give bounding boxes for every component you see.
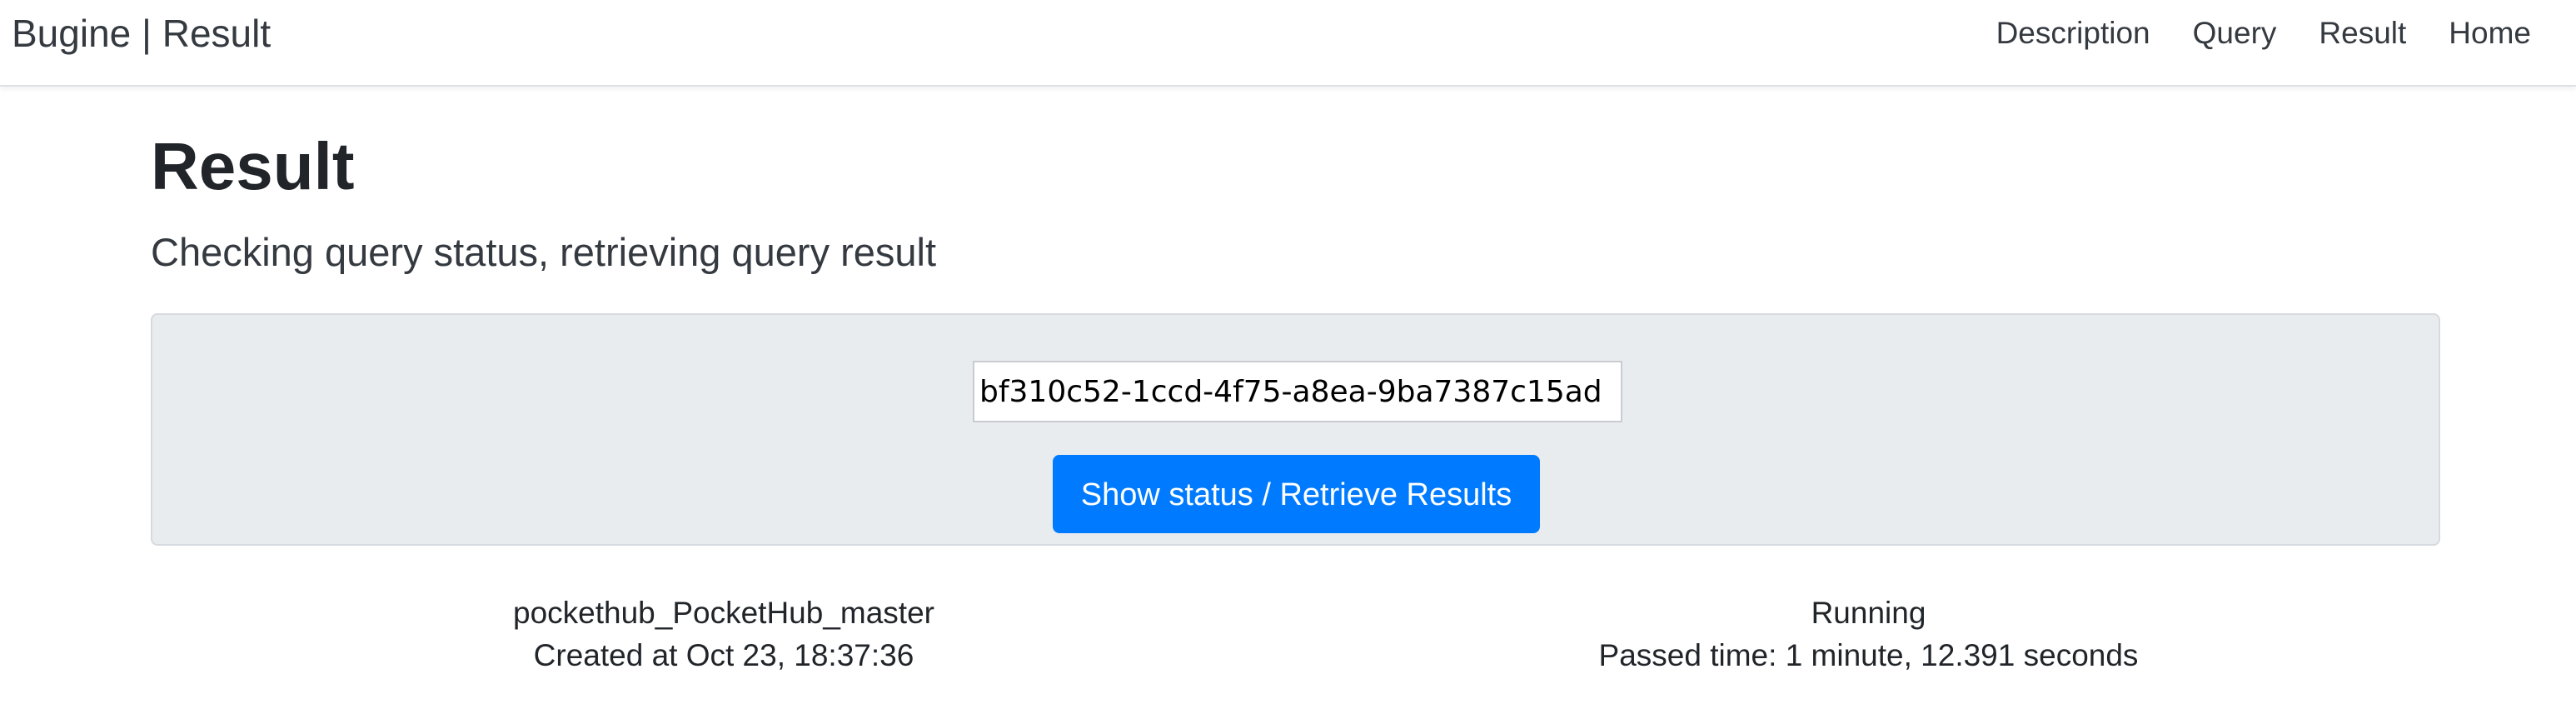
query-id-input[interactable]	[973, 361, 1622, 422]
created-at-text: Created at Oct 23, 18:37:36	[533, 638, 914, 672]
navbar: Bugine | Result Description Query Result…	[0, 0, 2576, 87]
page-title: Result	[151, 129, 355, 203]
passed-time-text: Passed time: 1 minute, 12.391 seconds	[1598, 638, 2139, 672]
navbar-brand[interactable]: Bugine | Result	[12, 8, 271, 58]
nav-links: Description Query Result Home	[1996, 12, 2531, 55]
nav-link-query[interactable]: Query	[2193, 12, 2277, 55]
nav-link-result[interactable]: Result	[2319, 12, 2406, 55]
nav-link-description[interactable]: Description	[1996, 12, 2150, 55]
query-panel: Show status / Retrieve Results	[151, 313, 2440, 546]
project-name: pockethub_PocketHub_master	[513, 596, 934, 630]
status-text: Running	[1811, 596, 1926, 630]
nav-link-home[interactable]: Home	[2449, 12, 2531, 55]
page-lead: Checking query status, retrieving query …	[151, 230, 937, 274]
show-status-button[interactable]: Show status / Retrieve Results	[1053, 455, 1540, 533]
